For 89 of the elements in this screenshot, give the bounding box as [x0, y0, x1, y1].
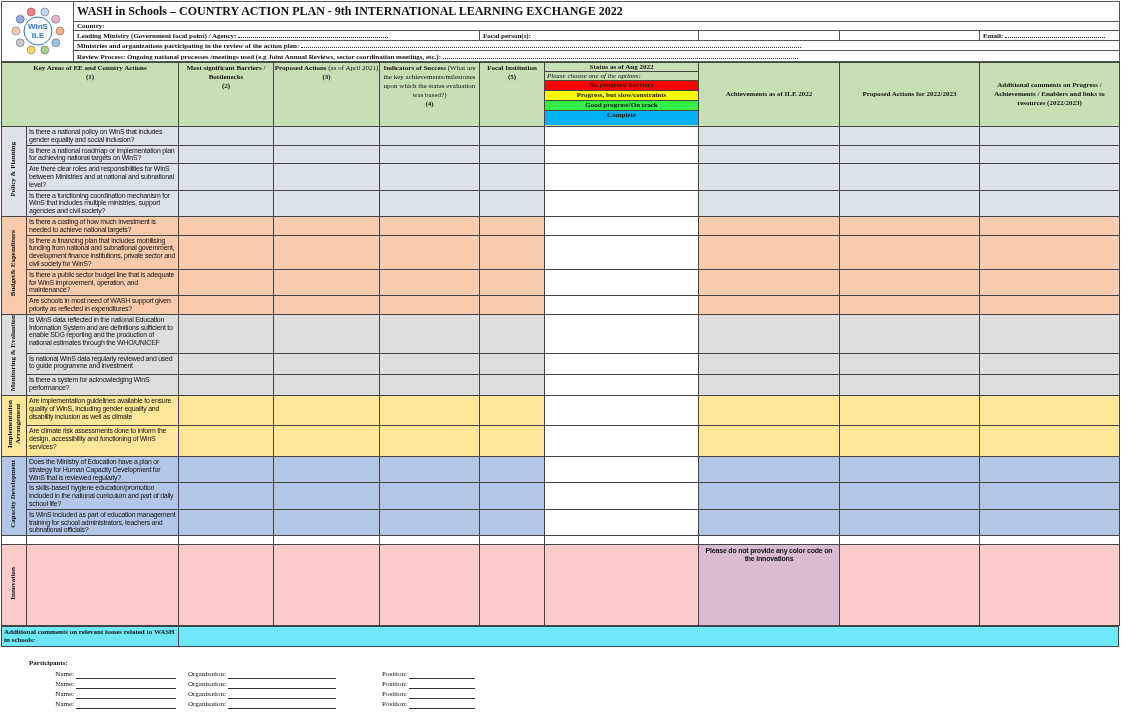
- table-cell[interactable]: [273, 544, 380, 626]
- table-cell[interactable]: [178, 482, 274, 510]
- table-cell[interactable]: [178, 456, 274, 483]
- table-cell[interactable]: [698, 425, 840, 457]
- table-cell[interactable]: [479, 269, 545, 296]
- table-cell[interactable]: [839, 190, 980, 217]
- table-cell[interactable]: [479, 425, 545, 457]
- table-cell[interactable]: [379, 314, 480, 354]
- table-cell[interactable]: [544, 509, 699, 536]
- table-cell[interactable]: [178, 425, 274, 457]
- table-cell[interactable]: [839, 235, 980, 270]
- table-cell[interactable]: [178, 235, 274, 270]
- table-cell[interactable]: [979, 163, 1120, 191]
- table-cell[interactable]: [273, 163, 380, 191]
- table-cell[interactable]: [839, 314, 980, 354]
- table-cell[interactable]: [839, 425, 980, 457]
- table-cell[interactable]: [839, 544, 980, 626]
- table-cell[interactable]: [379, 544, 480, 626]
- table-cell[interactable]: [379, 235, 480, 270]
- table-cell[interactable]: [178, 544, 274, 626]
- table-cell[interactable]: [379, 395, 480, 426]
- table-cell[interactable]: [379, 509, 480, 536]
- table-cell[interactable]: [479, 235, 545, 270]
- table-cell[interactable]: [979, 190, 1120, 217]
- table-cell[interactable]: [178, 395, 274, 426]
- table-cell[interactable]: [979, 269, 1120, 296]
- table-cell[interactable]: [26, 544, 179, 626]
- table-cell[interactable]: [544, 163, 699, 191]
- table-cell[interactable]: [273, 425, 380, 457]
- document-title: WASH in Schools – COUNTRY ACTION PLAN - 9th INTERNATIONAL LEARNING EXCHANGE 2022: [77, 4, 623, 18]
- table-cell[interactable]: [379, 269, 480, 296]
- table-cell[interactable]: [698, 190, 840, 217]
- table-cell[interactable]: [979, 456, 1120, 483]
- table-cell[interactable]: [544, 456, 699, 483]
- table-cell[interactable]: [839, 482, 980, 510]
- table-cell[interactable]: [544, 425, 699, 457]
- table-cell[interactable]: [273, 482, 380, 510]
- table-cell[interactable]: [979, 425, 1120, 457]
- table-cell[interactable]: [698, 395, 840, 426]
- table-cell[interactable]: [698, 482, 840, 510]
- table-cell[interactable]: [379, 190, 480, 217]
- table-cell[interactable]: [379, 456, 480, 483]
- table-cell[interactable]: [273, 395, 380, 426]
- table-cell[interactable]: [479, 509, 545, 536]
- table-cell[interactable]: [544, 395, 699, 426]
- table-cell[interactable]: [979, 395, 1120, 426]
- table-cell[interactable]: [544, 314, 699, 354]
- table-cell[interactable]: [379, 425, 480, 457]
- table-cell[interactable]: [698, 456, 840, 483]
- table-cell[interactable]: [544, 190, 699, 217]
- table-cell[interactable]: [273, 190, 380, 217]
- table-cell[interactable]: [979, 235, 1120, 270]
- table-cell[interactable]: [839, 395, 980, 426]
- table-cell[interactable]: [479, 456, 545, 483]
- table-cell[interactable]: [544, 235, 699, 270]
- table-cell[interactable]: [178, 269, 274, 296]
- table-cell[interactable]: [479, 190, 545, 217]
- table-cell[interactable]: [979, 544, 1120, 626]
- table-cell[interactable]: [544, 269, 699, 296]
- table-cell[interactable]: [178, 314, 274, 354]
- table-cell[interactable]: [273, 509, 380, 536]
- table-cell[interactable]: [544, 544, 699, 626]
- logo-text: WinS: [27, 21, 48, 31]
- table-cell[interactable]: [839, 269, 980, 296]
- table-cell[interactable]: [839, 509, 980, 536]
- table-cell[interactable]: [479, 544, 545, 626]
- table-cell[interactable]: [273, 314, 380, 354]
- table-cell[interactable]: [979, 509, 1120, 536]
- table-cell[interactable]: [698, 235, 840, 270]
- table-cell[interactable]: [273, 456, 380, 483]
- table-cell[interactable]: [178, 163, 274, 191]
- table-cell[interactable]: [698, 163, 840, 191]
- table-cell[interactable]: [979, 314, 1120, 354]
- table-cell[interactable]: [698, 314, 840, 354]
- table-cell[interactable]: [839, 163, 980, 191]
- logo-text: ILE: [31, 30, 44, 40]
- table-cell[interactable]: [379, 482, 480, 510]
- table-cell[interactable]: [273, 269, 380, 296]
- table-cell[interactable]: [698, 509, 840, 536]
- table-cell[interactable]: [544, 482, 699, 510]
- table-cell[interactable]: [479, 395, 545, 426]
- table-cell[interactable]: [379, 163, 480, 191]
- table-cell[interactable]: [979, 482, 1120, 510]
- table-cell[interactable]: [178, 190, 274, 217]
- table-cell[interactable]: [273, 235, 380, 270]
- table-cell[interactable]: [698, 269, 840, 296]
- table-cell[interactable]: [178, 509, 274, 536]
- table-cell[interactable]: [839, 456, 980, 483]
- table-cell[interactable]: [479, 314, 545, 354]
